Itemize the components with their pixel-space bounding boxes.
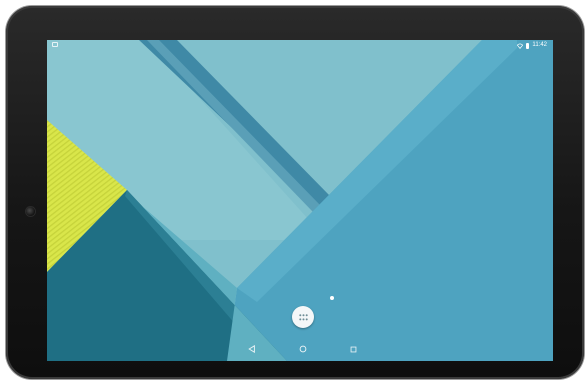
- page-indicator-dot: [330, 296, 334, 300]
- home-circle-icon: [299, 345, 307, 353]
- battery-icon: [526, 42, 530, 49]
- screenshot-notification-icon: [52, 42, 58, 47]
- wifi-icon: [517, 43, 524, 49]
- home-button[interactable]: [295, 341, 311, 357]
- app-drawer-icon: [298, 313, 308, 320]
- tablet-bezel: 11:42: [6, 6, 584, 379]
- recents-square-icon: [350, 346, 356, 352]
- status-clock: 11:42: [532, 42, 547, 48]
- all-apps-button[interactable]: [292, 306, 314, 328]
- home-screen[interactable]: 11:42: [47, 40, 553, 361]
- status-bar: 11:42: [47, 40, 553, 51]
- back-triangle-icon: [248, 345, 255, 353]
- status-icons: 11:42: [517, 42, 547, 49]
- navigation-bar: [47, 337, 553, 361]
- recents-button[interactable]: [345, 341, 361, 357]
- front-camera: [26, 207, 35, 216]
- back-button[interactable]: [244, 341, 260, 357]
